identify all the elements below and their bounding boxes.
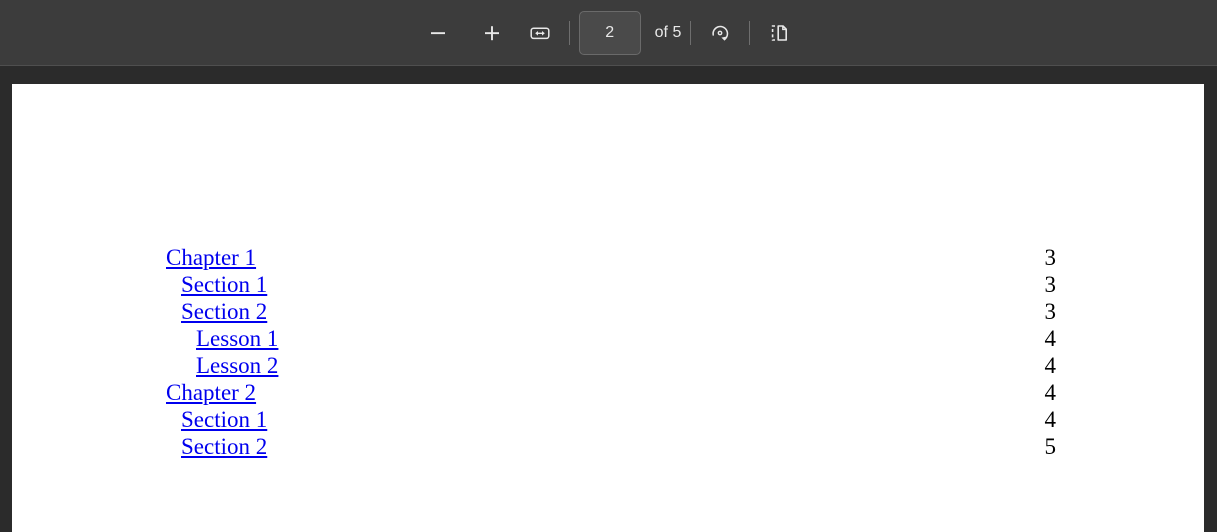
pdf-page-canvas: Chapter 1 3 Section 1 3 Section 2 3 Less… <box>12 84 1204 532</box>
document-scroll-area[interactable]: Chapter 1 3 Section 1 3 Section 2 3 Less… <box>0 66 1217 532</box>
toc-row: Section 1 3 <box>12 271 1204 298</box>
toc-page-number: 3 <box>1044 299 1057 324</box>
toc-row: Lesson 1 4 <box>12 325 1204 352</box>
toolbar-divider <box>690 20 692 45</box>
zoom-out-button[interactable] <box>418 13 458 53</box>
pdf-toolbar: of 5 <box>0 0 1217 66</box>
page-view-toggle-button[interactable] <box>759 13 799 53</box>
toc-page-number: 4 <box>1044 407 1057 432</box>
toc-link[interactable]: Chapter 2 <box>166 379 256 406</box>
minus-icon <box>427 22 449 44</box>
toc-link[interactable]: Section 2 <box>181 298 267 325</box>
fit-width-button[interactable] <box>520 13 560 53</box>
toc-page-number: 5 <box>1044 434 1057 459</box>
pdf-viewer: of 5 <box>0 0 1217 532</box>
toolbar-divider <box>749 20 751 45</box>
toc-link[interactable]: Section 1 <box>181 271 267 298</box>
toc-link[interactable]: Lesson 2 <box>196 352 278 379</box>
toc-row: Section 2 3 <box>12 298 1204 325</box>
document-page-icon <box>767 21 791 45</box>
toc-link[interactable]: Chapter 1 <box>166 244 256 271</box>
toc-row: Chapter 1 3 <box>12 244 1204 271</box>
zoom-in-button[interactable] <box>472 13 512 53</box>
toc-page-number: 3 <box>1044 245 1057 270</box>
toc-page-number: 4 <box>1044 380 1057 405</box>
rotate-clockwise-button[interactable] <box>700 13 740 53</box>
fit-width-icon <box>528 21 552 45</box>
rotate-clockwise-icon <box>707 20 733 46</box>
toc-page-number: 3 <box>1044 272 1057 297</box>
toolbar-controls-group: of 5 <box>418 10 800 55</box>
toc-link[interactable]: Section 1 <box>181 406 267 433</box>
toc-row: Lesson 2 4 <box>12 352 1204 379</box>
toc-link[interactable]: Lesson 1 <box>196 325 278 352</box>
toc-link[interactable]: Section 2 <box>181 433 267 460</box>
toc-row: Chapter 2 4 <box>12 379 1204 406</box>
page-number-input[interactable] <box>578 10 641 55</box>
toc-page-number: 4 <box>1044 353 1057 378</box>
toc-row: Section 2 5 <box>12 433 1204 460</box>
toc-row: Section 1 4 <box>12 406 1204 433</box>
plus-icon <box>481 22 503 44</box>
page-count-label: of 5 <box>654 23 682 41</box>
toc-page-number: 4 <box>1044 326 1057 351</box>
toolbar-divider <box>568 20 570 45</box>
